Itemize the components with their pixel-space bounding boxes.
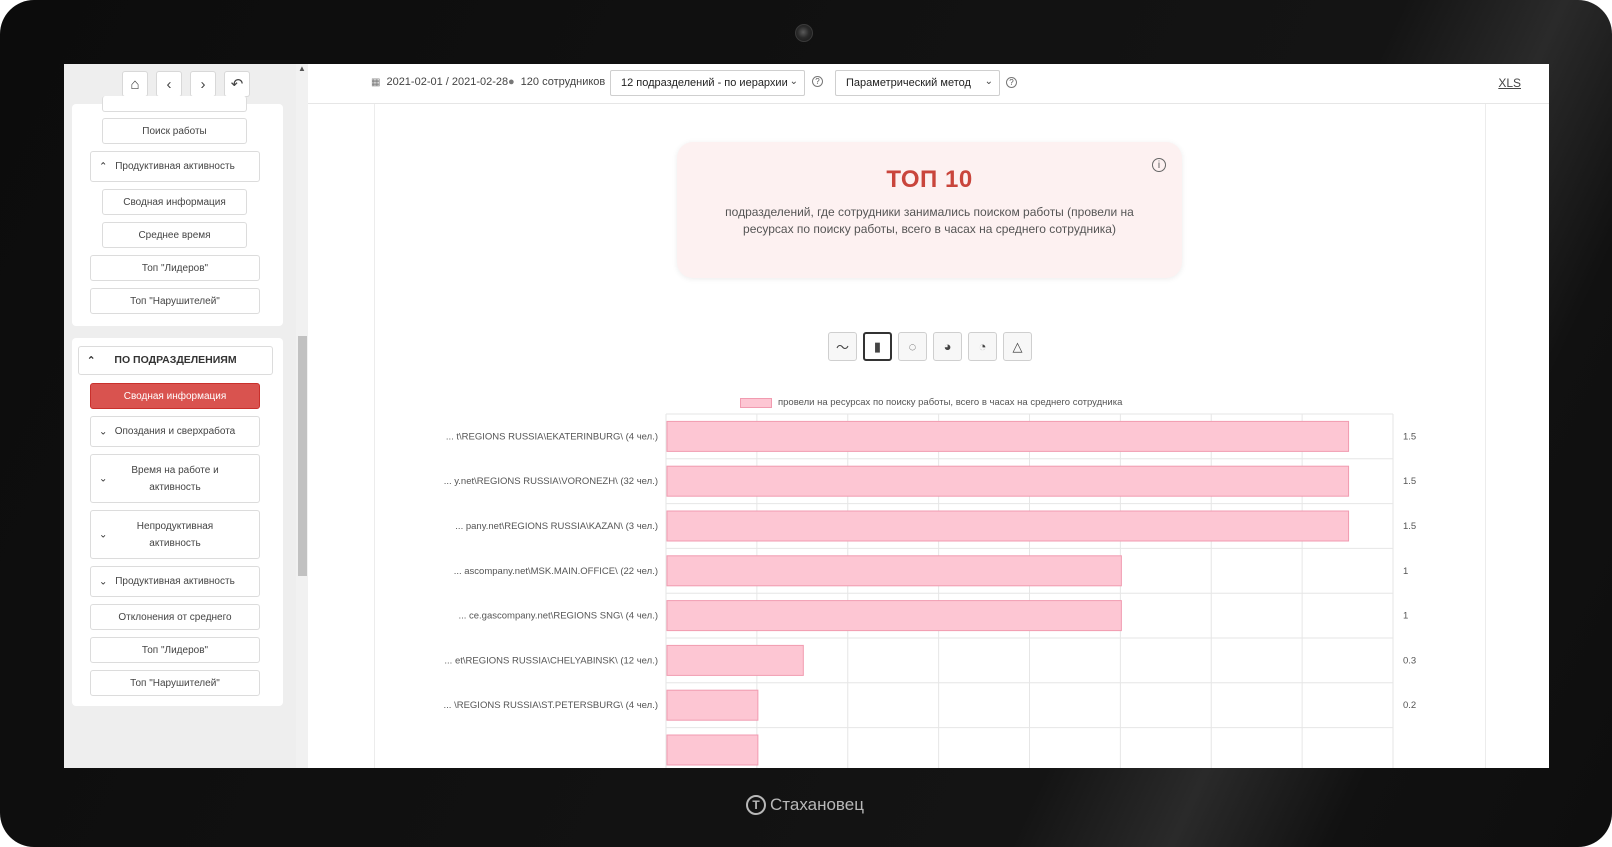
home-button[interactable]: ⌂	[122, 71, 148, 97]
value-label: 0.2	[1403, 700, 1416, 711]
sidebar-item-unproductive-activity[interactable]: ⌄ Непродуктивная активность	[90, 510, 260, 559]
sidebar-item-label: Топ "Нарушителей"	[130, 295, 220, 307]
sidebar-panel-departments: ⌃ ПО ПОДРАЗДЕЛЕНИЯМ Сводная информация ⌄…	[72, 338, 283, 706]
forward-button[interactable]: ›	[190, 71, 216, 97]
bar	[666, 734, 759, 766]
chevron-down-icon: ⌄	[789, 76, 798, 87]
sidebar-item-productive-activity[interactable]: ⌃ Продуктивная активность	[90, 151, 260, 182]
undo-button[interactable]: ↶	[224, 71, 250, 97]
bar	[666, 420, 1350, 452]
sidebar-item-dept-summary[interactable]: Сводная информация	[90, 383, 260, 409]
value-label: 0.3	[1403, 655, 1416, 666]
employee-count-text: 120 сотрудников	[520, 76, 606, 88]
brand-name: Стахановец	[770, 795, 864, 814]
grouping-help-icon[interactable]: ?	[812, 76, 823, 87]
sidebar-item-deviations[interactable]: Отклонения от среднего	[90, 604, 260, 630]
bar	[666, 689, 759, 721]
sidebar: ⌂ ‹ › ↶ Поиск работы ⌃ Продуктивная акти…	[64, 64, 308, 768]
scrollbar-thumb[interactable]	[298, 336, 307, 576]
report-toolbar: ▦ 2021-02-01 / 2021-02-28 ● 120 сотрудни…	[308, 64, 1549, 104]
section-title: ПО ПОДРАЗДЕЛЕНИЯМ	[114, 354, 237, 366]
value-label: 1	[1403, 566, 1408, 577]
method-select[interactable]: Параметрический метод ⌄	[835, 70, 1000, 96]
sidebar-scrollbar[interactable]: ▲	[296, 64, 308, 768]
sidebar-item-average-time[interactable]: Среднее время	[102, 222, 247, 248]
sidebar-item-label: Время на работе и активность	[131, 464, 219, 493]
sidebar-item-summary[interactable]: Сводная информация	[102, 189, 247, 215]
category-label: ... t\REGIONS RUSSIA\EKATERINBURG\ (4 че…	[446, 431, 658, 442]
sidebar-item-job-search[interactable]: Поиск работы	[102, 118, 247, 144]
chevron-down-icon: ⌄	[99, 576, 108, 587]
main-area: ▦ 2021-02-01 / 2021-02-28 ● 120 сотрудни…	[308, 64, 1549, 768]
brand-logo: Т Стахановец	[746, 795, 864, 815]
sidebar-item-label: Топ "Нарушителей"	[130, 677, 220, 689]
chevron-down-icon: ⌄	[99, 426, 108, 437]
chevron-right-icon: ›	[200, 75, 206, 93]
category-label: ... ce.gascompany.net\REGIONS SNG\ (4 че…	[458, 611, 658, 622]
sidebar-item-top-leaders[interactable]: Топ "Лидеров"	[90, 255, 260, 281]
home-icon: ⌂	[130, 75, 140, 93]
section-header-departments[interactable]: ⌃ ПО ПОДРАЗДЕЛЕНИЯМ	[78, 346, 273, 375]
bar	[666, 510, 1350, 542]
sidebar-item-label: Отклонения от среднего	[118, 611, 232, 623]
sidebar-item-dept-top-leaders[interactable]: Топ "Лидеров"	[90, 637, 260, 663]
sidebar-item-label: Непродуктивная активность	[136, 520, 214, 549]
sidebar-item-label: Продуктивная активность	[115, 161, 235, 172]
grouping-select-value: 12 подразделений - по иерархии	[621, 77, 788, 89]
sidebar-item-label: Топ "Лидеров"	[141, 262, 209, 274]
chevron-down-icon: ⌄	[984, 76, 993, 87]
camera-icon	[795, 24, 813, 42]
chevron-up-icon: ⌃	[99, 161, 108, 172]
sidebar-item-late-overtime[interactable]: ⌄ Опоздания и сверхработа	[90, 416, 260, 447]
sidebar-item-dept-top-violators[interactable]: Топ "Нарушителей"	[90, 670, 260, 696]
sidebar-item-label: Сводная информация	[123, 196, 226, 208]
bar	[666, 600, 1122, 632]
back-button[interactable]: ‹	[156, 71, 182, 97]
method-select-value: Параметрический метод	[846, 77, 971, 89]
screen: ⌂ ‹ › ↶ Поиск работы ⌃ Продуктивная акти…	[64, 64, 1549, 768]
stakhanovets-logo-icon: Т	[746, 795, 766, 815]
bar	[666, 644, 804, 676]
sidebar-item-label: Опоздания и сверхработа	[114, 426, 236, 437]
sidebar-item-hidden[interactable]	[102, 96, 247, 112]
user-icon: ●	[508, 76, 515, 88]
employee-count[interactable]: ● 120 сотрудников	[508, 76, 605, 88]
category-label: ... \REGIONS RUSSIA\ST.PETERSBURG\ (4 че…	[444, 700, 658, 711]
calendar-icon: ▦	[371, 76, 381, 88]
sidebar-item-label: Топ "Лидеров"	[141, 644, 209, 656]
category-label: ... et\REGIONS RUSSIA\CHELYABINSK\ (12 ч…	[444, 655, 658, 666]
date-range[interactable]: ▦ 2021-02-01 / 2021-02-28	[371, 76, 508, 88]
bar-chart: ... t\REGIONS RUSSIA\EKATERINBURG\ (4 че…	[444, 413, 1416, 768]
sidebar-item-label: Среднее время	[138, 229, 211, 241]
date-range-text: 2021-02-01 / 2021-02-28	[386, 76, 509, 88]
grouping-select[interactable]: 12 подразделений - по иерархии ⌄	[610, 70, 805, 96]
sidebar-panel-employees: Поиск работы ⌃ Продуктивная активность С…	[72, 96, 283, 326]
value-label: 1.5	[1403, 431, 1416, 442]
chevron-up-icon: ⌃	[87, 355, 96, 366]
scroll-up-arrow-icon[interactable]: ▲	[296, 64, 308, 74]
report-content: ТОП 10 подразделений, где сотрудники зан…	[374, 104, 1486, 768]
xls-export-link[interactable]: XLS	[1498, 76, 1521, 90]
method-help-icon[interactable]: ?	[1006, 77, 1017, 88]
value-label: 1	[1403, 611, 1408, 622]
value-label: 1.5	[1403, 476, 1416, 487]
category-label: ... pany.net\REGIONS RUSSIA\KAZAN\ (3 че…	[455, 521, 658, 532]
chevron-left-icon: ‹	[166, 75, 172, 93]
sidebar-item-label: Продуктивная активность	[115, 576, 235, 587]
bar	[666, 555, 1122, 587]
sidebar-item-work-time-activity[interactable]: ⌄ Время на работе и активность	[90, 454, 260, 503]
chevron-down-icon: ⌄	[99, 473, 108, 484]
bar	[666, 465, 1350, 497]
sidebar-item-top-violators[interactable]: Топ "Нарушителей"	[90, 288, 260, 314]
category-label: ... y.net\REGIONS RUSSIA\VORONEZH\ (32 ч…	[444, 476, 658, 487]
chevron-down-icon: ⌄	[99, 529, 108, 540]
tablet-frame: Т Стахановец ⌂ ‹ › ↶ Поиск работы ⌃ Прод…	[0, 0, 1612, 847]
sidebar-item-label: Поиск работы	[142, 125, 207, 137]
category-label: ... ascompany.net\MSK.MAIN.OFFICE\ (22 ч…	[454, 566, 658, 577]
value-label: 1.5	[1403, 521, 1416, 532]
sidebar-item-productive-activity-dept[interactable]: ⌄ Продуктивная активность	[90, 566, 260, 597]
undo-icon: ↶	[230, 76, 244, 93]
sidebar-item-label: Сводная информация	[123, 390, 227, 402]
